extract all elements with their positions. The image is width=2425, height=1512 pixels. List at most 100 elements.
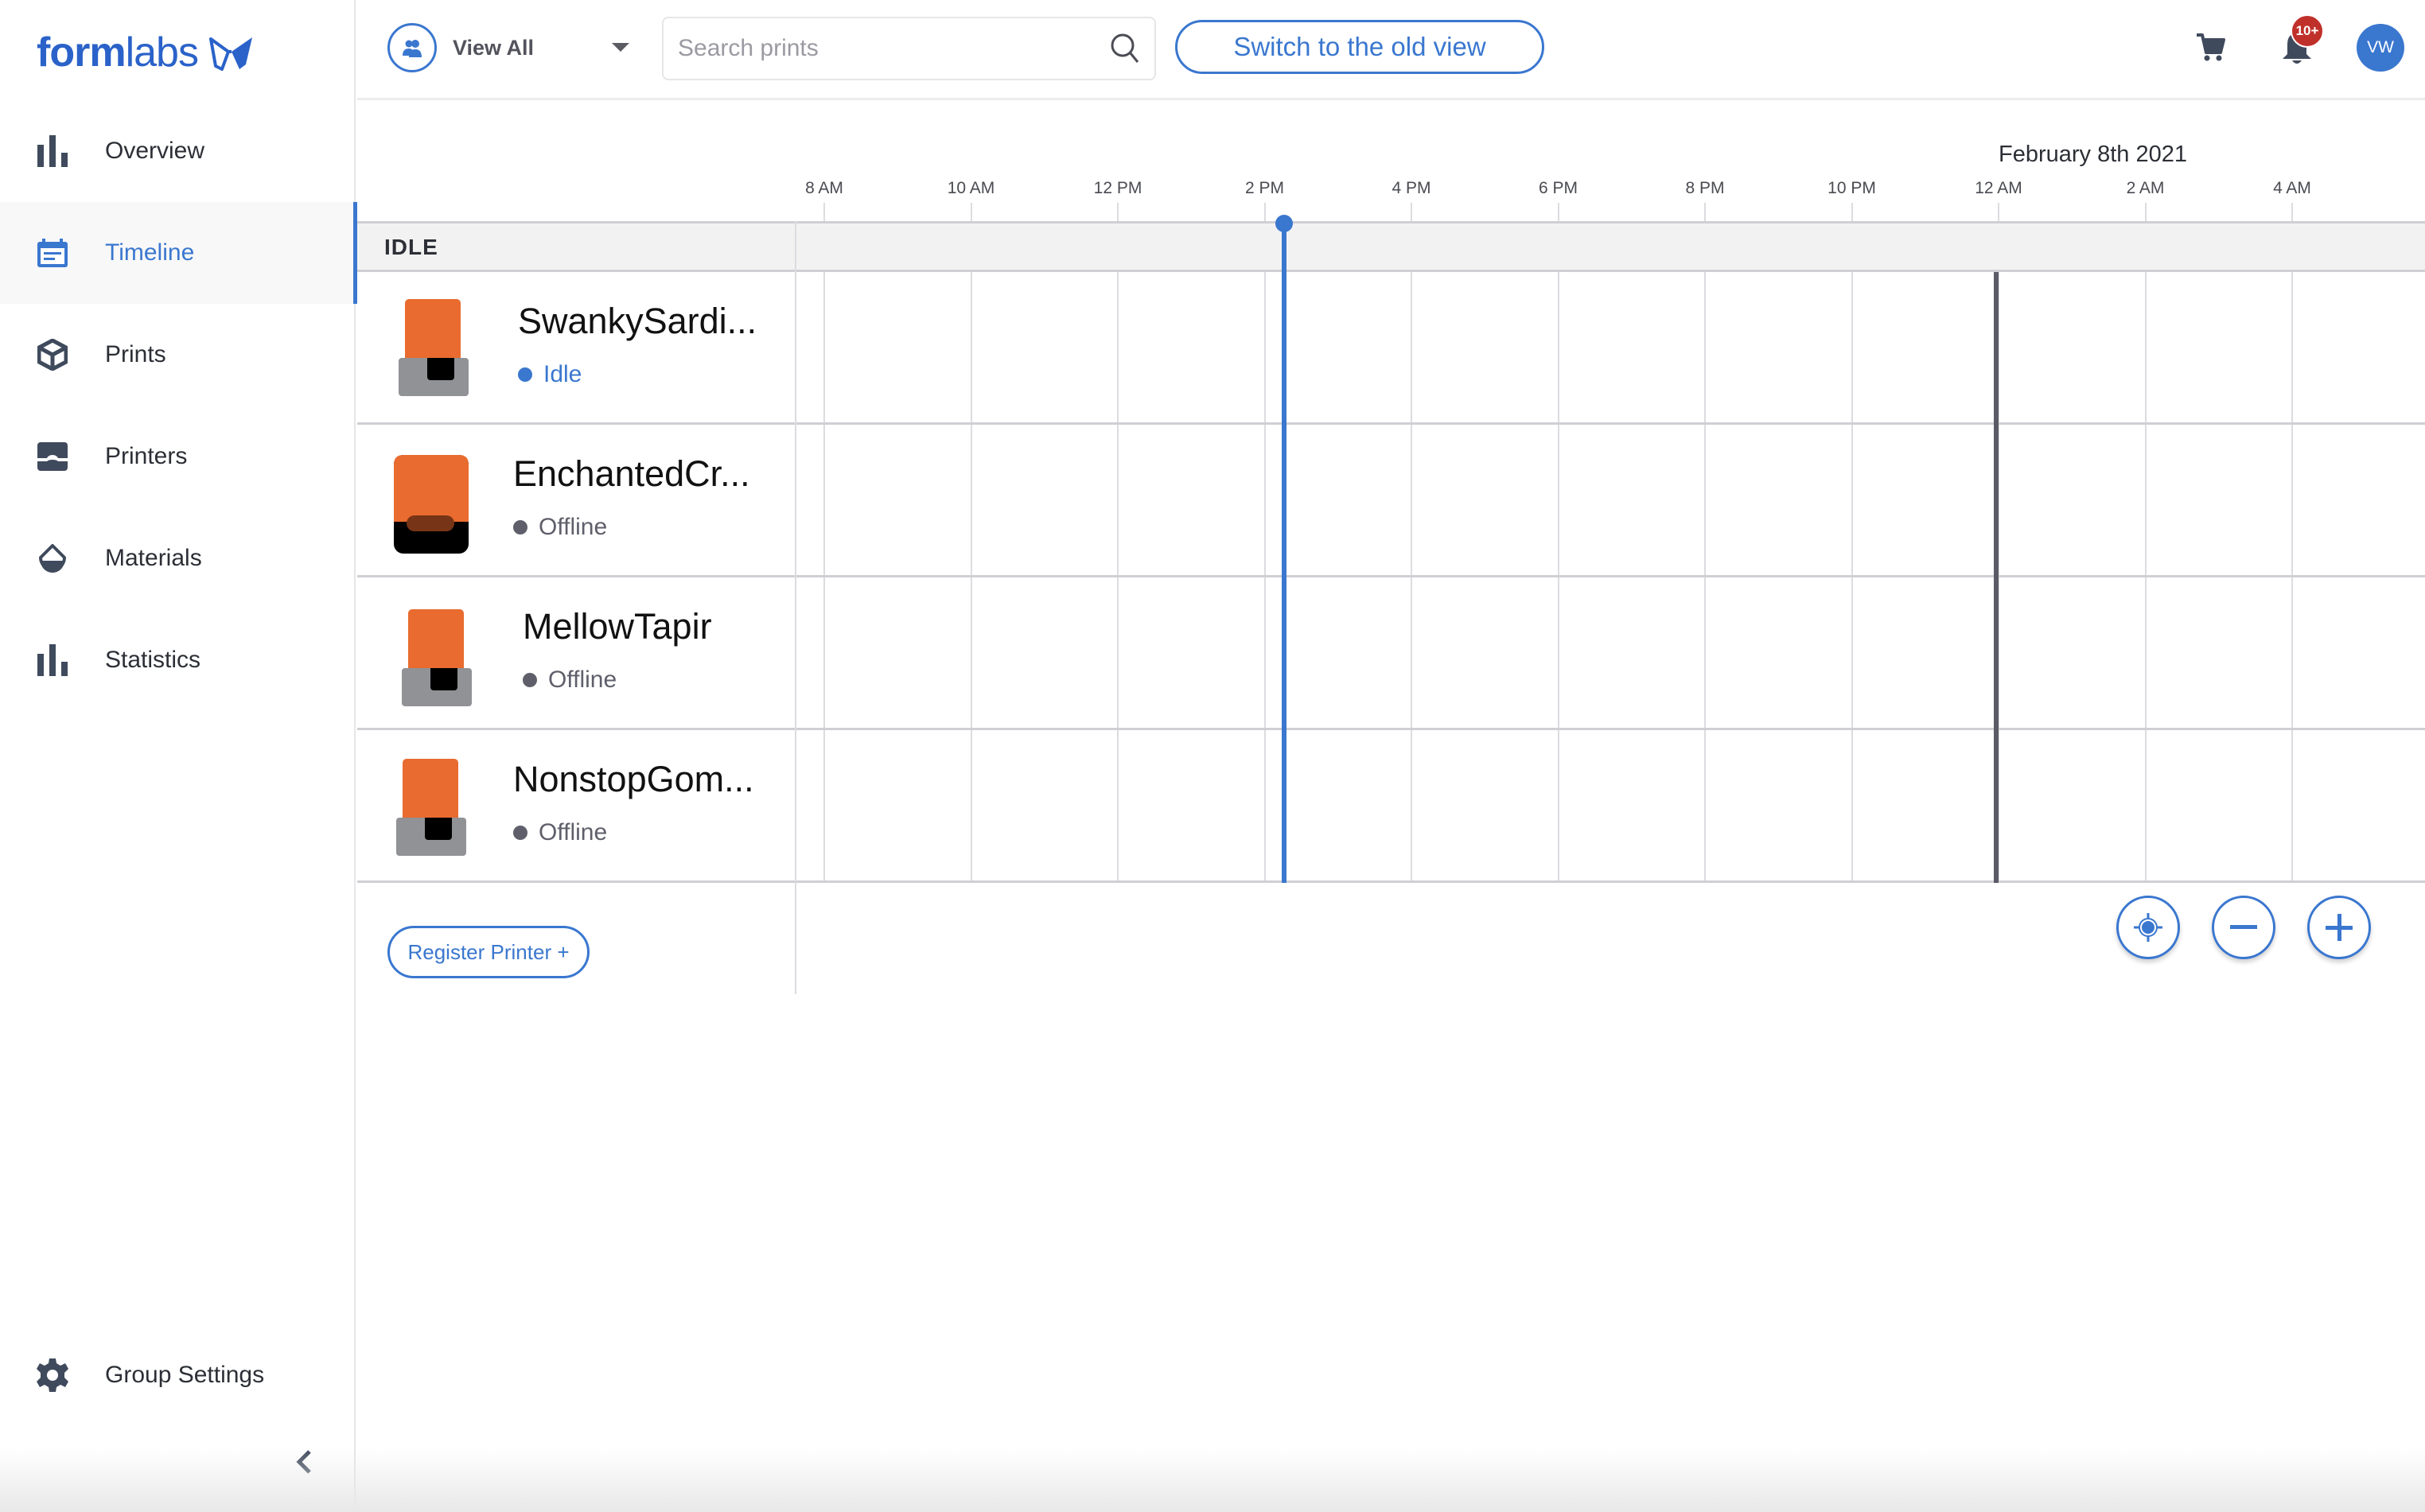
time-tick-mark bbox=[1704, 203, 1706, 221]
sidebar-item-overview[interactable]: Overview bbox=[0, 100, 356, 202]
sidebar-item-label: Overview bbox=[105, 138, 205, 164]
time-tick-label: 6 PM bbox=[1538, 179, 1578, 197]
sidebar-item-label: Materials bbox=[105, 545, 202, 571]
logo-light: labs bbox=[125, 29, 199, 76]
search-box[interactable] bbox=[662, 17, 1156, 80]
printer-group-header: IDLE bbox=[357, 221, 2425, 272]
form3-printer-icon bbox=[396, 759, 466, 856]
printer-row[interactable]: SwankySardi... Idle bbox=[357, 272, 2425, 425]
form3-printer-icon bbox=[402, 609, 472, 706]
sidebar-item-printers[interactable]: Printers bbox=[0, 406, 356, 507]
printer-name[interactable]: SwankySardi... bbox=[518, 301, 757, 342]
view-filter-label: View All bbox=[453, 35, 535, 60]
timeline-date-label: February 8th 2021 bbox=[1999, 142, 2187, 167]
status-dot bbox=[523, 673, 537, 687]
sidebar-item-prints[interactable]: Prints bbox=[0, 304, 356, 406]
printer-name[interactable]: MellowTapir bbox=[523, 606, 712, 647]
printer-status: Offline bbox=[513, 514, 607, 541]
printer-icon bbox=[37, 441, 68, 472]
user-avatar[interactable]: VW bbox=[2357, 24, 2404, 72]
caret-down-icon[interactable] bbox=[612, 43, 629, 52]
current-time-marker[interactable] bbox=[1275, 215, 1293, 232]
register-printer-button[interactable]: Register Printer + bbox=[387, 926, 590, 978]
bar-chart-icon bbox=[37, 135, 68, 167]
time-tick-label: 8 PM bbox=[1685, 179, 1725, 197]
time-tick-label: 2 AM bbox=[2126, 179, 2165, 197]
time-tick-mark bbox=[1851, 203, 1853, 221]
time-tick-mark bbox=[1998, 203, 1999, 221]
resin-drop-icon bbox=[37, 542, 68, 574]
time-tick-label: 10 AM bbox=[947, 179, 995, 197]
time-tick-mark bbox=[1117, 203, 1119, 221]
cart-button[interactable] bbox=[2195, 32, 2227, 64]
status-dot bbox=[513, 520, 527, 534]
time-tick-mark bbox=[1411, 203, 1412, 221]
cart-icon bbox=[2197, 33, 2225, 61]
printer-status: Offline bbox=[523, 667, 617, 694]
recenter-button[interactable] bbox=[2116, 896, 2180, 959]
printer-row[interactable]: EnchantedCr... Offline bbox=[357, 425, 2425, 577]
group-settings-label: Group Settings bbox=[105, 1362, 265, 1388]
day-boundary-line bbox=[1994, 272, 1999, 883]
time-tick-mark bbox=[970, 203, 972, 221]
time-tick-label: 12 AM bbox=[1975, 179, 2022, 197]
crosshair-icon bbox=[2134, 913, 2162, 942]
plus-icon bbox=[2326, 914, 2353, 941]
switch-old-view-button[interactable]: Switch to the old view bbox=[1175, 20, 1544, 74]
time-tick-mark bbox=[2144, 203, 2147, 221]
printer-row[interactable]: NonstopGom... Offline bbox=[357, 730, 2425, 883]
time-tick-mark bbox=[823, 203, 825, 221]
printer-name[interactable]: EnchantedCr... bbox=[513, 453, 750, 495]
group-filter-button[interactable] bbox=[387, 23, 437, 72]
time-tick-label: 12 PM bbox=[1093, 179, 1142, 197]
printer-status: Offline bbox=[513, 819, 607, 846]
sidebar-item-statistics[interactable]: Statistics bbox=[0, 609, 356, 711]
formlabs-logo[interactable]: formlabs bbox=[37, 30, 255, 75]
notifications-badge: 10+ bbox=[2291, 14, 2324, 48]
sidebar-nav: Overview Timeline Prints Printers Materi… bbox=[0, 100, 357, 711]
printer-row[interactable]: MellowTapir Offline bbox=[357, 577, 2425, 730]
form3-printer-icon bbox=[399, 299, 469, 396]
bar-chart-icon bbox=[37, 644, 68, 676]
time-tick-mark bbox=[2291, 203, 2293, 221]
butterfly-icon bbox=[208, 37, 252, 71]
sidebar-item-label: Statistics bbox=[105, 647, 201, 673]
users-icon bbox=[403, 40, 422, 57]
search-input[interactable] bbox=[678, 35, 1110, 62]
time-tick-mark bbox=[1557, 203, 1559, 221]
cube-icon bbox=[37, 339, 68, 371]
bottom-fade bbox=[0, 1448, 2425, 1512]
calendar-icon bbox=[37, 237, 68, 269]
printer-name[interactable]: NonstopGom... bbox=[513, 759, 754, 800]
time-tick-label: 4 AM bbox=[2273, 179, 2311, 197]
collapse-sidebar-button[interactable] bbox=[291, 1446, 317, 1478]
zoom-in-button[interactable] bbox=[2307, 896, 2371, 959]
sidebar-item-materials[interactable]: Materials bbox=[0, 507, 356, 609]
time-tick-label: 8 AM bbox=[805, 179, 843, 197]
printer-column-divider bbox=[795, 221, 796, 994]
current-time-line bbox=[1282, 223, 1286, 883]
search-icon[interactable] bbox=[1110, 33, 1140, 64]
zoom-out-button[interactable] bbox=[2212, 896, 2275, 959]
logo-bold: form bbox=[37, 29, 127, 76]
status-dot bbox=[518, 367, 532, 382]
sidebar-item-timeline[interactable]: Timeline bbox=[0, 202, 357, 304]
status-dot bbox=[513, 826, 527, 840]
status-label: Offline bbox=[539, 514, 608, 540]
top-bar: View All Switch to the old view 10+ VW bbox=[357, 0, 2425, 100]
status-label: Idle bbox=[543, 361, 582, 387]
gear-icon bbox=[37, 1358, 68, 1392]
status-label: Offline bbox=[548, 667, 617, 693]
time-tick-label: 10 PM bbox=[1828, 179, 1876, 197]
form2-printer-icon bbox=[394, 455, 469, 554]
minus-icon bbox=[2230, 925, 2257, 929]
sidebar-item-group-settings[interactable]: Group Settings bbox=[0, 1324, 356, 1426]
sidebar: formlabs Overview Timeline Prints Printe… bbox=[0, 0, 357, 1512]
status-label: Offline bbox=[539, 819, 608, 845]
printer-status: Idle bbox=[518, 361, 582, 388]
sidebar-item-label: Printers bbox=[105, 443, 188, 469]
view-filter-dropdown[interactable]: View All bbox=[387, 22, 629, 73]
sidebar-item-label: Prints bbox=[105, 341, 166, 367]
time-tick-label: 2 PM bbox=[1244, 179, 1285, 197]
time-tick-label: 4 PM bbox=[1392, 179, 1431, 197]
